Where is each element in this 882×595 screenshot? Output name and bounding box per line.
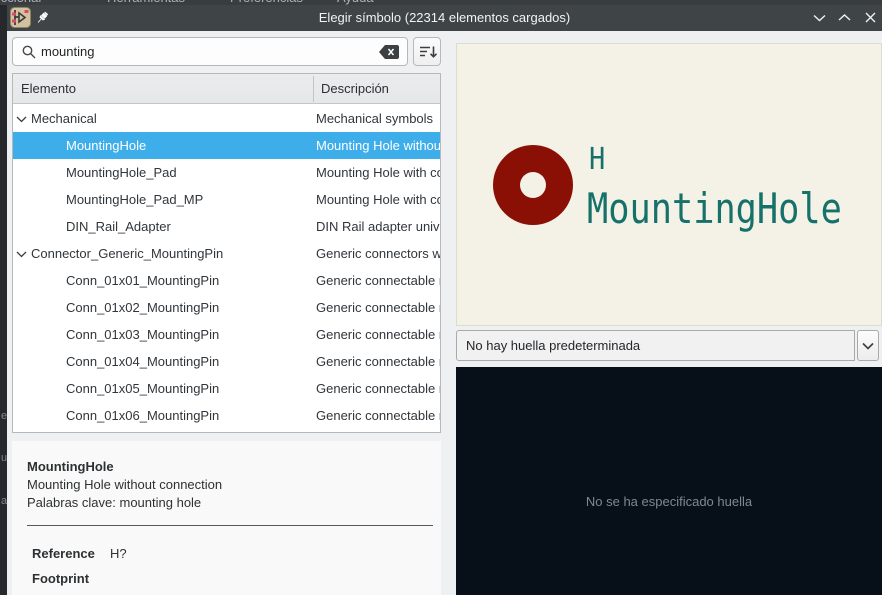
tree-row-conn-01x03[interactable]: Conn_01x03_MountingPin Generic connectab… (13, 321, 440, 348)
sort-order-button[interactable] (413, 37, 441, 66)
chevron-down-icon[interactable] (16, 113, 27, 128)
tree-row-connector-generic-mountingpin[interactable]: Connector_Generic_MountingPin Generic co… (13, 240, 440, 267)
background-window-edge: eua (0, 5, 7, 595)
symbol-preview-canvas[interactable]: H MountingHole (456, 43, 882, 326)
footprint-preview-message: No se ha especificado huella (456, 494, 882, 509)
tree-row-conn-01x05[interactable]: Conn_01x05_MountingPin Generic connectab… (13, 375, 440, 402)
chevron-down-icon (862, 342, 874, 350)
tree-row-din-rail-adapter[interactable]: DIN_Rail_Adapter DIN Rail adapter univer… (13, 213, 440, 240)
tree-row-conn-01x04[interactable]: Conn_01x04_MountingPin Generic connectab… (13, 348, 440, 375)
tree-header[interactable]: Elemento Descripción (13, 74, 440, 104)
detail-reference-label: Reference (32, 546, 95, 561)
column-header-elemento[interactable]: Elemento (21, 74, 76, 104)
tree-row-conn-01x01[interactable]: Conn_01x01_MountingPin Generic connectab… (13, 267, 440, 294)
sort-icon (417, 43, 437, 61)
detail-symbol-description: Mounting Hole without connection (27, 477, 222, 492)
column-separator[interactable] (313, 76, 314, 102)
details-divider (27, 525, 433, 526)
chevron-down-icon[interactable] (16, 248, 27, 263)
search-icon (22, 45, 37, 65)
mounting-hole-symbol (493, 145, 573, 225)
screen: Inspeccionar Herramientas Preferencias A… (0, 0, 882, 595)
tree-row-mountinghole[interactable]: MountingHole Mounting Hole without conne… (13, 132, 440, 159)
dialog-title: Elegir símbolo (22314 elementos cargados… (7, 5, 882, 31)
tree-row-mechanical[interactable]: Mechanical Mechanical symbols (13, 105, 440, 132)
symbol-value-text: MountingHole (587, 184, 842, 233)
column-header-descripcion[interactable]: Descripción (321, 74, 389, 104)
close-icon[interactable] (864, 11, 877, 24)
tree-row-mountinghole-pad-mp[interactable]: MountingHole_Pad_MP Mounting Hole with c… (13, 186, 440, 213)
choose-symbol-dialog: Elegir símbolo (22314 elementos cargados… (7, 5, 882, 595)
minimize-icon[interactable] (813, 11, 826, 24)
symbol-reference-text: H (589, 142, 605, 177)
footprint-select-dropdown-button[interactable] (857, 330, 879, 361)
clear-search-icon[interactable] (378, 44, 400, 65)
symbol-details-pane: MountingHole Mounting Hole without conne… (12, 441, 441, 595)
dialog-titlebar[interactable]: Elegir símbolo (22314 elementos cargados… (7, 5, 882, 31)
detail-footprint-label: Footprint (32, 571, 89, 586)
detail-reference-value: H? (110, 546, 127, 561)
tree-row-conn-01x06[interactable]: Conn_01x06_MountingPin Generic connectab… (13, 402, 440, 429)
detail-symbol-keywords: Palabras clave: mounting hole (27, 495, 201, 510)
detail-symbol-name: MountingHole (27, 459, 114, 474)
footprint-select-value[interactable]: No hay huella predeterminada (456, 330, 855, 361)
footprint-preview-canvas[interactable]: No se ha especificado huella (456, 367, 882, 595)
maximize-icon[interactable] (838, 11, 851, 24)
footprint-select: No hay huella predeterminada (456, 330, 882, 361)
symbol-tree: Elemento Descripción Mechanical Mechanic… (12, 73, 441, 433)
tree-row-conn-01x02[interactable]: Conn_01x02_MountingPin Generic connectab… (13, 294, 440, 321)
symbol-search-box (12, 37, 408, 66)
search-input[interactable] (41, 39, 371, 64)
tree-row-mountinghole-pad[interactable]: MountingHole_Pad Mounting Hole with conn… (13, 159, 440, 186)
